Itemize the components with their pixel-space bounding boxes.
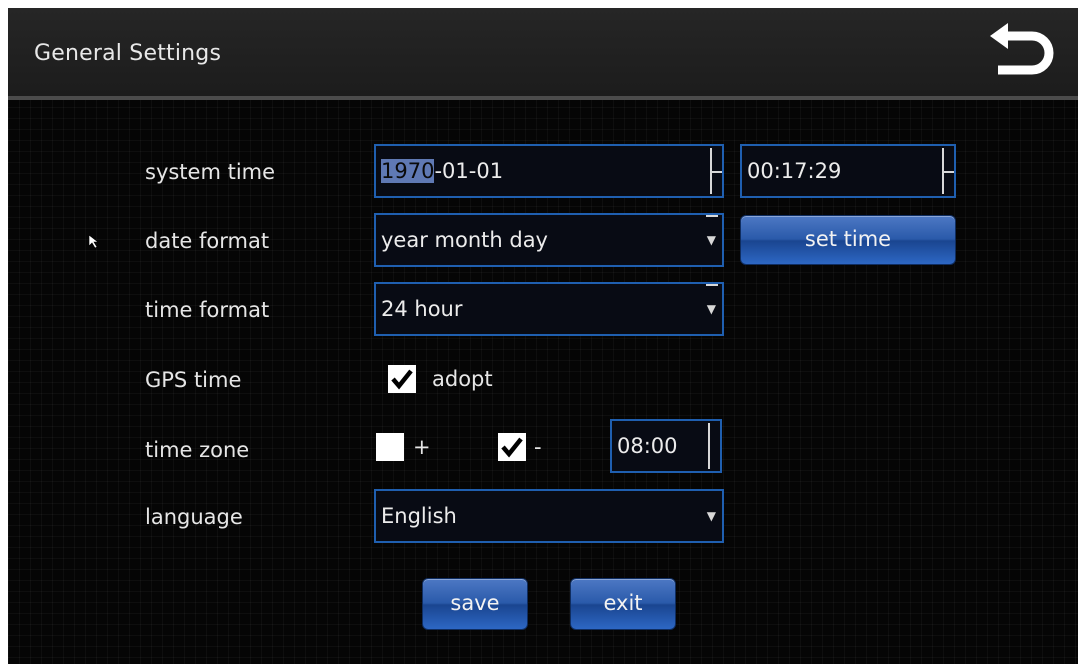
- time-zone-offset-field[interactable]: 08:00: [610, 419, 722, 473]
- system-date-year-selected: 1970: [381, 159, 435, 183]
- date-format-select[interactable]: year month day ▼: [374, 213, 724, 267]
- system-time-field[interactable]: 00:17:29: [740, 144, 956, 198]
- time-spin-dash: [944, 171, 954, 173]
- date-format-label: date format: [145, 229, 270, 253]
- time-zone-label: time zone: [145, 438, 250, 462]
- language-value: English: [381, 504, 457, 528]
- time-zone-plus-label: +: [413, 435, 431, 459]
- chevron-down-icon: ▼: [706, 233, 716, 247]
- dropdown-tick: [706, 215, 718, 217]
- chevron-down-icon: ▼: [706, 302, 716, 316]
- date-spin-dash: [712, 171, 722, 173]
- time-format-value: 24 hour: [381, 297, 463, 321]
- system-date-rest: -01-01: [434, 159, 504, 183]
- page-title: General Settings: [34, 41, 222, 66]
- date-format-value: year month day: [381, 228, 548, 252]
- time-format-label: time format: [145, 298, 270, 322]
- gps-adopt-checkbox[interactable]: [388, 365, 416, 393]
- set-time-button[interactable]: set time: [740, 215, 956, 265]
- system-date-field[interactable]: 1970-01-01: [374, 144, 724, 198]
- time-zone-minus-label: -: [534, 435, 542, 459]
- checkmark-icon: [391, 369, 413, 390]
- chevron-down-icon: ▼: [706, 509, 716, 523]
- exit-button[interactable]: exit: [570, 578, 676, 630]
- offset-spin-divider: [708, 423, 710, 469]
- mouse-pointer-icon: [88, 234, 99, 249]
- back-button[interactable]: [984, 22, 1060, 84]
- system-time-value: 00:17:29: [747, 159, 842, 183]
- gps-adopt-label: adopt: [432, 367, 493, 391]
- time-zone-plus-checkbox[interactable]: [376, 433, 404, 461]
- time-zone-offset-value: 08:00: [617, 434, 678, 458]
- time-format-select[interactable]: 24 hour ▼: [374, 282, 724, 336]
- title-bar: General Settings: [8, 8, 1078, 100]
- save-button[interactable]: save: [422, 578, 528, 630]
- language-select[interactable]: English ▼: [374, 489, 724, 543]
- gps-time-label: GPS time: [145, 368, 242, 392]
- undo-arrow-icon: [990, 23, 1054, 75]
- checkmark-icon: [501, 437, 523, 458]
- language-label: language: [145, 505, 243, 529]
- system-time-label: system time: [145, 160, 276, 184]
- settings-screen: General Settings system time 1970-01-01 …: [8, 8, 1078, 664]
- dropdown-tick: [706, 284, 718, 286]
- time-zone-minus-checkbox[interactable]: [498, 433, 526, 461]
